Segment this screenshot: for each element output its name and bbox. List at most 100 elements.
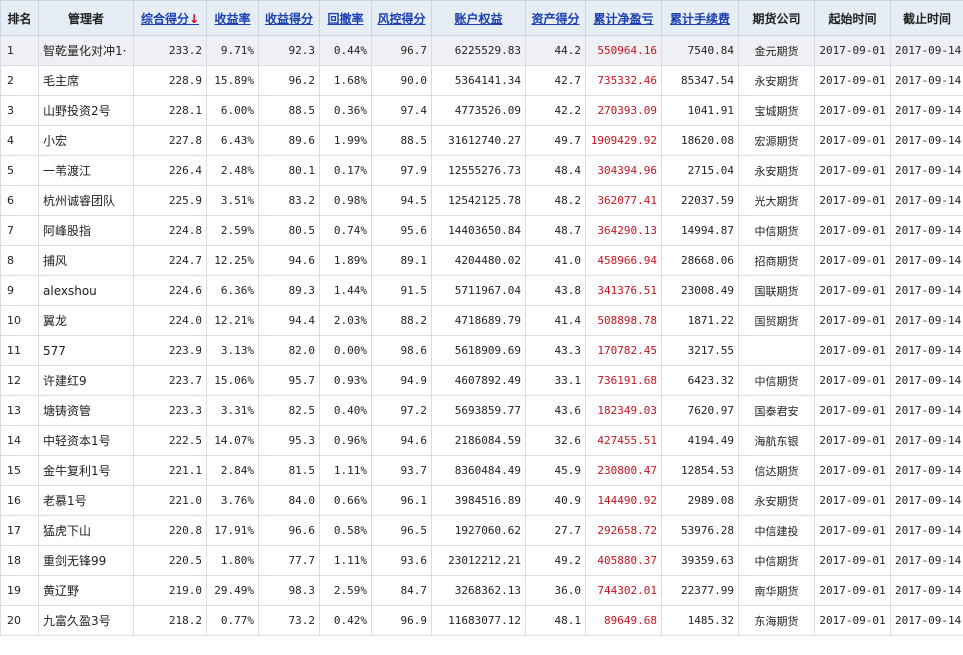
cell-return-rate: 12.21% [206,305,259,336]
cell-manager: 老慕1号 [38,485,134,516]
cell-return-rate: 6.00% [206,95,259,126]
cell-manager: 阿峰股指 [38,215,134,246]
cell-start-time: 2017-09-01 [814,245,891,276]
column-header-return-rate[interactable]: 收益率 [206,0,259,36]
cell-account-equity: 31612740.27 [431,125,526,156]
cell-end-time: 2017-09-14 [890,365,963,396]
cell-manager: 黄辽野 [38,575,134,606]
column-header-total-score[interactable]: 综合得分↓ [133,0,207,36]
cell-rank: 14 [0,425,39,456]
cell-return-score: 83.2 [258,185,320,216]
cell-manager: 毛主席 [38,65,134,96]
cell-cumulative-fees: 1871.22 [661,305,739,336]
cell-return-score: 82.0 [258,335,320,366]
cell-end-time: 2017-09-14 [890,545,963,576]
cell-cumulative-fees: 7620.97 [661,395,739,426]
cell-total-score: 225.9 [133,185,207,216]
cell-futures-company: 光大期货 [738,185,815,216]
cell-cumulative-fees: 22037.59 [661,185,739,216]
cell-return-score: 92.3 [258,35,320,66]
cell-account-equity: 14403650.84 [431,215,526,246]
column-header-asset-score[interactable]: 资产得分 [525,0,586,36]
cell-manager: 577 [38,335,134,366]
cell-start-time: 2017-09-01 [814,395,891,426]
cell-end-time: 2017-09-14 [890,425,963,456]
column-header-drawdown-rate[interactable]: 回撤率 [319,0,372,36]
column-header-cumulative-fees[interactable]: 累计手续费 [661,0,739,36]
cell-start-time: 2017-09-01 [814,515,891,546]
cell-end-time: 2017-09-14 [890,215,963,246]
cell-end-time: 2017-09-14 [890,65,963,96]
cell-rank: 8 [0,245,39,276]
column-header-label: 风控得分 [377,11,426,26]
cell-cumulative-fees: 18620.08 [661,125,739,156]
cell-account-equity: 4718689.79 [431,305,526,336]
table-row: 8 捕风 224.7 12.25% 94.6 1.89% 89.1 4204480.02 41.… [0,245,963,276]
cell-total-score: 221.1 [133,455,207,486]
cell-manager: 重剑无锋99 [38,545,134,576]
cell-manager: 金牛复利1号 [38,455,134,486]
cell-rank: 4 [0,125,39,156]
cell-futures-company: 中信期货 [738,215,815,246]
cell-return-rate: 3.31% [206,395,259,426]
cell-return-score: 88.5 [258,95,320,126]
cell-cumulative-pnl: 550964.16 [585,35,662,66]
cell-end-time: 2017-09-14 [890,95,963,126]
column-header-account-equity[interactable]: 账户权益 [431,0,526,36]
cell-rank: 13 [0,395,39,426]
cell-asset-score: 45.9 [525,455,586,486]
cell-total-score: 218.2 [133,605,207,636]
cell-risk-score: 96.1 [371,485,432,516]
cell-futures-company: 南华期货 [738,575,815,606]
cell-rank: 2 [0,65,39,96]
cell-return-score: 95.7 [258,365,320,396]
cell-start-time: 2017-09-01 [814,215,891,246]
cell-drawdown-rate: 0.98% [319,185,372,216]
cell-cumulative-pnl: 458966.94 [585,245,662,276]
cell-return-rate: 6.43% [206,125,259,156]
cell-total-score: 222.5 [133,425,207,456]
cell-futures-company: 招商期货 [738,245,815,276]
table-row: 19 黄辽野 219.0 29.49% 98.3 2.59% 84.7 3268362.13 3… [0,575,963,606]
column-header-risk-score[interactable]: 风控得分 [371,0,432,36]
column-header-label: 回撤率 [327,11,364,26]
cell-cumulative-fees: 2715.04 [661,155,739,186]
column-header-label: 累计手续费 [669,11,730,26]
table-row: 16 老慕1号 221.0 3.76% 84.0 0.66% 96.1 3984516.89 4… [0,485,963,516]
cell-account-equity: 23012212.21 [431,545,526,576]
column-header-label: 收益得分 [264,11,313,26]
table-row: 18 重剑无锋99 220.5 1.80% 77.7 1.11% 93.6 23012212.… [0,545,963,576]
cell-start-time: 2017-09-01 [814,485,891,516]
cell-futures-company: 宏源期货 [738,125,815,156]
cell-end-time: 2017-09-14 [890,275,963,306]
table-body: 1 智乾量化对冲1· 233.2 9.71% 92.3 0.44% 96.7 6225529.… [0,35,963,636]
cell-cumulative-pnl: 304394.96 [585,155,662,186]
cell-cumulative-fees: 7540.84 [661,35,739,66]
cell-cumulative-pnl: 405880.37 [585,545,662,576]
table-row: 9 alexshou 224.6 6.36% 89.3 1.44% 91.5 5711967.… [0,275,963,306]
sort-desc-icon[interactable]: ↓ [189,12,199,26]
ranking-table: 排名 管理者 综合得分↓ 收益率 收益得分 回撤率 风控得分 账户权益 资产得分 累计净盈亏 累计手… [0,0,963,636]
cell-futures-company [738,335,815,366]
cell-total-score: 221.0 [133,485,207,516]
cell-return-score: 94.4 [258,305,320,336]
cell-asset-score: 48.7 [525,215,586,246]
cell-return-rate: 15.06% [206,365,259,396]
column-header-label: 收益率 [214,11,251,26]
cell-total-score: 224.8 [133,215,207,246]
cell-cumulative-fees: 2989.08 [661,485,739,516]
cell-drawdown-rate: 0.44% [319,35,372,66]
cell-drawdown-rate: 0.93% [319,365,372,396]
cell-return-score: 84.0 [258,485,320,516]
cell-total-score: 224.0 [133,305,207,336]
column-header-return-score[interactable]: 收益得分 [258,0,320,36]
column-header-manager: 管理者 [38,0,134,36]
cell-cumulative-pnl: 362077.41 [585,185,662,216]
cell-futures-company: 中信期货 [738,545,815,576]
column-header-cumulative-pnl[interactable]: 累计净盈亏 [585,0,662,36]
cell-rank: 7 [0,215,39,246]
cell-cumulative-pnl: 89649.68 [585,605,662,636]
cell-manager: 小宏 [38,125,134,156]
cell-manager: 九富久盈3号 [38,605,134,636]
cell-asset-score: 48.1 [525,605,586,636]
